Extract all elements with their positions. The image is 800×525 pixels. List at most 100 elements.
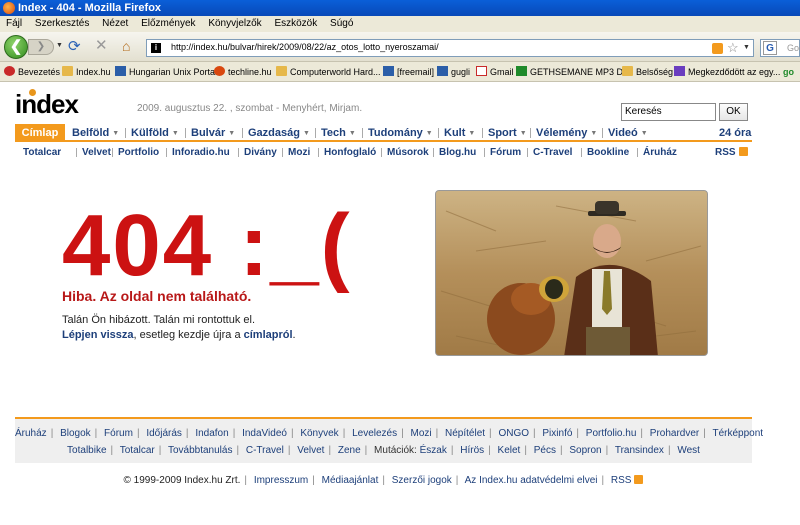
subnav-item[interactable]: Áruház bbox=[643, 145, 677, 160]
footer-link[interactable]: Indafon bbox=[195, 428, 228, 439]
footer-link[interactable]: Áruház bbox=[15, 428, 47, 439]
forward-button[interactable]: ❯ bbox=[28, 39, 54, 55]
browser-search-box[interactable]: G Goo bbox=[760, 39, 800, 57]
footer-link[interactable]: Totalcar bbox=[120, 445, 155, 456]
subnav-item[interactable]: Totalcar bbox=[23, 145, 61, 160]
bookmark-item[interactable]: GETHSEMANE MP3 D... bbox=[516, 62, 631, 81]
rss-feed-icon[interactable] bbox=[712, 43, 723, 54]
stop-icon[interactable]: ✕ bbox=[95, 38, 108, 53]
reload-icon[interactable]: ⟳ bbox=[68, 39, 81, 54]
footer-link[interactable]: Kelet bbox=[498, 445, 521, 456]
impressum-link[interactable]: Impresszum bbox=[254, 475, 308, 486]
bookmark-item[interactable]: [freemail] bbox=[383, 62, 434, 81]
menu-file[interactable]: Fájl bbox=[6, 18, 22, 29]
index-logo[interactable]: index bbox=[15, 90, 79, 118]
subnav-item[interactable]: Honfoglaló bbox=[324, 145, 376, 160]
rss-footer-link[interactable]: RSS bbox=[611, 475, 644, 486]
firefox-icon bbox=[3, 2, 15, 14]
footer-link[interactable]: Térképpont bbox=[712, 428, 763, 439]
bookmark-item[interactable]: Hungarian Unix Portal bbox=[115, 62, 217, 81]
footer-link[interactable]: Hírös bbox=[460, 445, 484, 456]
search-ok-button[interactable]: OK bbox=[719, 103, 748, 121]
nav-item[interactable]: Tech ▼ bbox=[321, 124, 356, 143]
home-icon[interactable]: ⌂ bbox=[122, 39, 130, 53]
subnav-item[interactable]: Portfolio bbox=[118, 145, 159, 160]
bookmark-item[interactable]: Computerworld Hard... bbox=[276, 62, 381, 81]
menu-tools[interactable]: Eszközök bbox=[274, 18, 317, 29]
subnav-item[interactable]: Fórum bbox=[490, 145, 521, 160]
tab-home[interactable]: Címlap bbox=[15, 124, 65, 142]
google-engine-icon[interactable]: G bbox=[763, 41, 777, 55]
subnav-item[interactable]: Divány bbox=[244, 145, 277, 160]
footer-link[interactable]: Könyvek bbox=[300, 428, 338, 439]
footer-link[interactable]: Velvet bbox=[297, 445, 324, 456]
footer-link[interactable]: IndaVideó bbox=[242, 428, 287, 439]
history-dropdown-icon[interactable]: ▼ bbox=[56, 42, 63, 49]
bookmark-item[interactable]: Megkezdődött az egy... bbox=[674, 62, 780, 81]
nav-item[interactable]: Belföld ▼ bbox=[72, 124, 119, 143]
footer-link[interactable]: Prohardver bbox=[650, 428, 699, 439]
nav-item[interactable]: Vélemény ▼ bbox=[536, 124, 597, 143]
media-offer-link[interactable]: Médiaajánlat bbox=[322, 475, 379, 486]
bookmark-item[interactable]: Index.hu bbox=[62, 62, 111, 81]
homepage-link[interactable]: címlapról bbox=[244, 329, 293, 341]
footer-link[interactable]: Fórum bbox=[104, 428, 133, 439]
address-bar[interactable]: i http://index.hu/bulvar/hirek/2009/08/2… bbox=[146, 39, 754, 57]
menu-edit[interactable]: Szerkesztés bbox=[35, 18, 89, 29]
nav-divider bbox=[484, 148, 485, 157]
bookmark-item[interactable]: gugli bbox=[437, 62, 470, 81]
bookmark-item[interactable]: go bbox=[783, 62, 794, 81]
back-button[interactable]: ❮ bbox=[4, 35, 28, 59]
footer-link[interactable]: Népítélet bbox=[445, 428, 485, 439]
nav-item[interactable]: Sport ▼ bbox=[488, 124, 527, 143]
subnav-item[interactable]: Velvet bbox=[82, 145, 111, 160]
bookmark-item[interactable]: Gmail bbox=[476, 62, 514, 81]
footer-link[interactable]: ONGO bbox=[498, 428, 529, 439]
footer-link[interactable]: Időjárás bbox=[146, 428, 182, 439]
subnav-item[interactable]: Blog.hu bbox=[439, 145, 476, 160]
nav-divider bbox=[362, 128, 363, 138]
menu-view[interactable]: Nézet bbox=[102, 18, 128, 29]
footer-link[interactable]: Mozi bbox=[411, 428, 432, 439]
menu-history[interactable]: Előzmények bbox=[141, 18, 195, 29]
chevron-down-icon: ▼ bbox=[425, 130, 433, 137]
bookmark-item[interactable]: techline.hu bbox=[214, 62, 272, 81]
nav-item[interactable]: Videó ▼ bbox=[608, 124, 648, 143]
footer-link[interactable]: Sopron bbox=[569, 445, 601, 456]
rss-link[interactable]: RSS bbox=[715, 145, 748, 160]
nav-item[interactable]: Kult ▼ bbox=[444, 124, 475, 143]
footer-link[interactable]: C-Travel bbox=[246, 445, 284, 456]
nav-item[interactable]: Külföld ▼ bbox=[131, 124, 179, 143]
footer-link[interactable]: Totalbike bbox=[67, 445, 106, 456]
privacy-link[interactable]: Az Index.hu adatvédelmi elvei bbox=[465, 475, 598, 486]
footer-link[interactable]: West bbox=[677, 445, 700, 456]
address-url[interactable]: http://index.hu/bulvar/hirek/2009/08/22/… bbox=[171, 42, 439, 52]
go-back-link[interactable]: Lépjen vissza bbox=[62, 329, 134, 341]
nav-24-ora[interactable]: 24 óra bbox=[719, 124, 751, 142]
copyright-link[interactable]: Szerzői jogok bbox=[392, 475, 452, 486]
footer-link[interactable]: Blogok bbox=[60, 428, 91, 439]
bookmark-item[interactable]: Belsőség bbox=[622, 62, 673, 81]
nav-item[interactable]: Gazdaság ▼ bbox=[248, 124, 310, 143]
url-dropdown-icon[interactable]: ▼ bbox=[743, 44, 750, 51]
footer-link[interactable]: Pécs bbox=[534, 445, 556, 456]
subnav-item[interactable]: C-Travel bbox=[533, 145, 572, 160]
menu-help[interactable]: Súgó bbox=[330, 18, 353, 29]
nav-item[interactable]: Tudomány ▼ bbox=[368, 124, 433, 143]
subnav-item[interactable]: Inforadio.hu bbox=[172, 145, 230, 160]
menu-bookmarks[interactable]: Könyvjelzők bbox=[208, 18, 261, 29]
subnav-item[interactable]: Bookline bbox=[587, 145, 629, 160]
footer-link[interactable]: Zene bbox=[338, 445, 361, 456]
footer-link[interactable]: Észak bbox=[420, 445, 447, 456]
subnav-item[interactable]: Músorok bbox=[387, 145, 429, 160]
footer-link[interactable]: Portfolio.hu bbox=[586, 428, 637, 439]
site-search-input[interactable]: Keresés bbox=[621, 103, 716, 121]
footer-link[interactable]: Transindex bbox=[615, 445, 664, 456]
bookmark-item[interactable]: Bevezetés bbox=[4, 62, 60, 81]
footer-link[interactable]: Levelezés bbox=[352, 428, 397, 439]
subnav-item[interactable]: Mozi bbox=[288, 145, 310, 160]
nav-item[interactable]: Bulvár ▼ bbox=[191, 124, 235, 143]
bookmark-star-icon[interactable]: ☆ bbox=[727, 40, 739, 56]
footer-link[interactable]: Pixinfó bbox=[542, 428, 572, 439]
footer-link[interactable]: Továbbtanulás bbox=[168, 445, 233, 456]
